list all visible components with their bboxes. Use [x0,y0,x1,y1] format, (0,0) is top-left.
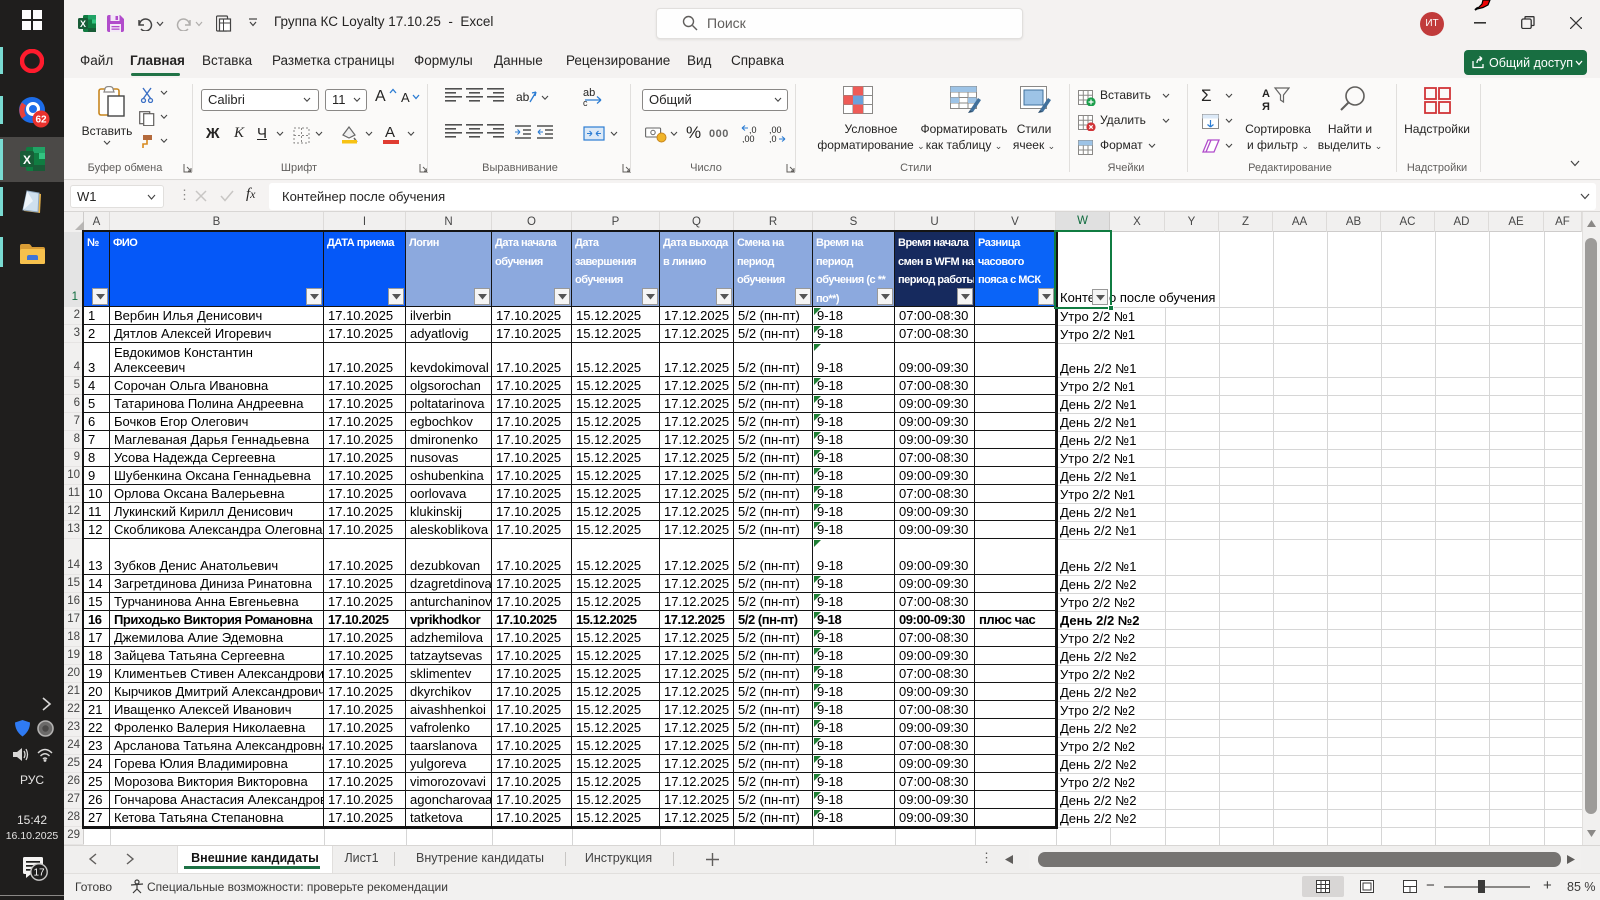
svg-text:X: X [80,19,86,29]
svg-text:c: c [583,98,588,106]
svg-text:А: А [1262,88,1270,100]
svg-text:Я: Я [1262,101,1270,112]
svg-text:X: X [23,153,31,167]
svg-text:17: 17 [33,868,45,879]
svg-text:62: 62 [35,115,47,126]
svg-text:,00: ,00 [742,134,755,143]
svg-text:,0: ,0 [769,134,777,143]
svg-text:ab: ab [516,90,530,104]
